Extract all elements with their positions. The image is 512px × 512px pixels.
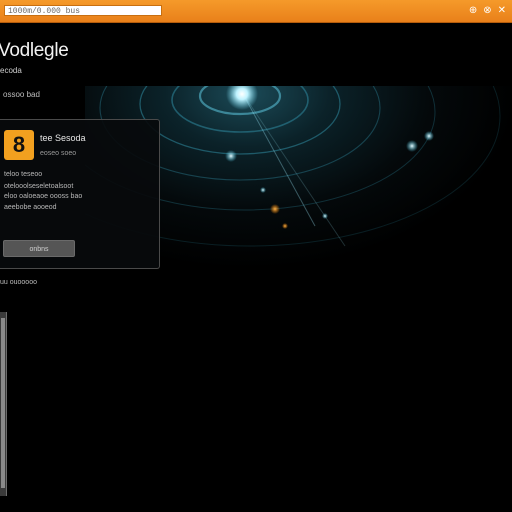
card-action-button[interactable]: onbns (3, 240, 75, 257)
card-text-line: aeebobe aooeod (4, 204, 57, 211)
secondary-label: uu ouooooo (0, 279, 37, 286)
address-field[interactable]: 1000m/0.000 bus (4, 5, 162, 16)
logo-glyph: 8 (12, 132, 26, 157)
card-text-line: eloo oaloeaoe oooss bao (4, 193, 83, 200)
settings-icon[interactable]: ⊕ (469, 5, 477, 16)
info-card: 8 tee Sesoda eoseo soeo teloo teseoo ote… (0, 119, 160, 269)
window-controls: ⊕ ⊗ ✕ (469, 5, 506, 16)
help-icon[interactable]: ⊗ (483, 5, 491, 16)
card-title: tee Sesoda (40, 133, 86, 143)
app-title: Vodlegle (0, 40, 69, 61)
app-logo: 8 (4, 130, 34, 160)
close-icon[interactable]: ✕ (498, 5, 506, 16)
scrollbar[interactable] (0, 312, 7, 496)
card-subtitle: eoseo soeo (40, 150, 77, 157)
section-label: ossoo bad (3, 90, 40, 99)
app-subtitle: ecoda (0, 66, 22, 75)
card-text-line: otelooolseseletoalsoot (4, 183, 74, 190)
top-bar: 1000m/0.000 bus ⊕ ⊗ ✕ (0, 0, 512, 23)
card-text-line: teloo teseoo (4, 171, 43, 178)
scrollbar-thumb[interactable] (1, 318, 5, 488)
